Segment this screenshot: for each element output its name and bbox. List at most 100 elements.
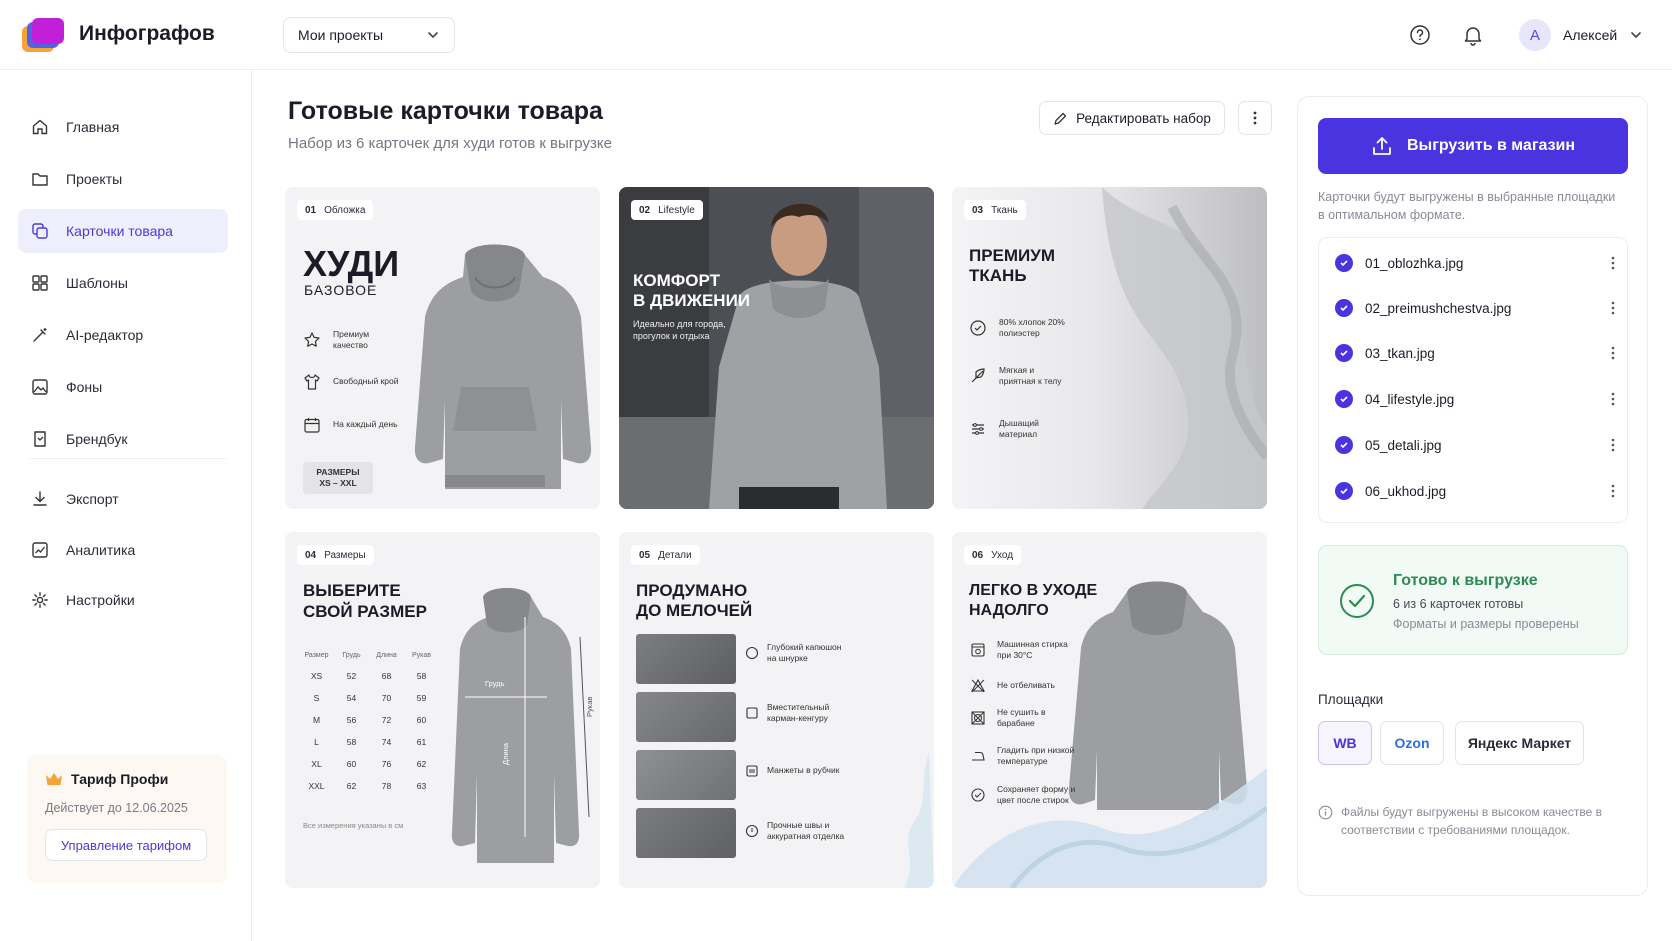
more-vertical-icon[interactable]: [1611, 301, 1615, 315]
project-selector-label: Мои проекты: [298, 27, 384, 43]
sidebar-item-label: Шаблоны: [66, 275, 128, 291]
card-title: ХУДИ: [303, 243, 400, 284]
product-card-fabric[interactable]: 03 Ткань ПРЕМИУМ ТКАНЬ 80% хлопок 20% пол…: [952, 187, 1267, 509]
checkbox-checked-icon[interactable]: [1335, 390, 1353, 408]
project-selector[interactable]: Мои проекты: [283, 17, 455, 53]
upload-note: Карточки будут выгружены в выбранные пло…: [1318, 190, 1616, 222]
more-vertical-icon[interactable]: [1611, 438, 1615, 452]
no-tumble-dry-icon: [969, 709, 987, 727]
help-icon[interactable]: [1407, 22, 1433, 48]
sidebar-item-projects[interactable]: Проекты: [18, 157, 228, 201]
app-logo-icon[interactable]: [22, 18, 64, 52]
checkbox-checked-icon[interactable]: [1335, 436, 1353, 454]
more-vertical-icon: [1253, 111, 1257, 125]
sidebar-item-label: Фоны: [66, 379, 103, 395]
upload-to-store-button[interactable]: Выгрузить в магазин: [1318, 118, 1628, 174]
file-row[interactable]: 04_lifestyle.jpg: [1335, 387, 1615, 411]
size-table-cell: Грудь: [342, 651, 361, 659]
size-table-cell: L: [314, 737, 319, 747]
product-card-care[interactable]: 06 Уход ЛЕГКО В УХОДЕ НАДОЛГО Машинная ст…: [952, 532, 1267, 888]
more-vertical-icon[interactable]: [1611, 484, 1615, 498]
star-icon: [303, 331, 321, 349]
calendar-icon: [303, 416, 321, 434]
size-table-cell: Рукав: [412, 651, 431, 659]
manage-plan-button[interactable]: Управление тарифом: [45, 829, 207, 861]
gear-icon: [30, 590, 50, 610]
card-feature: Вместительный карман-кенгуру: [743, 702, 847, 724]
size-table-cell: 52: [346, 671, 357, 681]
file-row[interactable]: 06_ukhod.jpg: [1335, 479, 1615, 503]
ready-title: Готово к выгрузке: [1393, 572, 1538, 589]
sidebar-item-backgrounds[interactable]: Фоны: [18, 365, 228, 409]
marketplace-yandex-market-button[interactable]: Яндекс Маркет: [1455, 721, 1584, 765]
size-table-cell: 59: [416, 693, 427, 703]
file-row[interactable]: 05_detali.jpg: [1335, 433, 1615, 457]
sidebar-item-settings[interactable]: Настройки: [18, 578, 228, 622]
marketplace-wb-button[interactable]: WB: [1318, 721, 1372, 765]
sidebar-item-product-cards[interactable]: Карточки товара: [18, 209, 228, 253]
product-card-details[interactable]: 05 Детали ПРОДУМАНО ДО МЕЛОЧЕЙ Глубокий к…: [619, 532, 934, 888]
card-title-line1: ЛЕГКО В УХОДЕ: [969, 582, 1098, 599]
more-vertical-icon[interactable]: [1611, 256, 1615, 270]
chest-label: Грудь: [485, 679, 505, 688]
washing-machine-icon: [969, 641, 987, 659]
size-table-row: L 58 74 61: [299, 731, 439, 753]
size-table-row: XXL 62 78 63: [299, 775, 439, 797]
card-text: Идеально для города, прогулок и отдыха: [633, 319, 726, 342]
card-title-line1: ПРОДУМАНО: [636, 581, 748, 600]
size-table-cell: Длина: [376, 651, 397, 659]
card-feature: Свободный крой: [303, 373, 403, 391]
size-table-cell: 68: [381, 671, 392, 681]
size-table-cell: 72: [381, 715, 392, 725]
checkbox-checked-icon[interactable]: [1335, 299, 1353, 317]
size-table-cell: 60: [416, 715, 427, 725]
bell-icon[interactable]: [1460, 22, 1486, 48]
size-table-row: S 54 70 59: [299, 687, 439, 709]
breathable-icon: [969, 420, 987, 438]
home-icon: [30, 117, 50, 137]
check-circle-icon: [1340, 584, 1374, 618]
user-menu[interactable]: А Алексей: [1519, 19, 1643, 51]
file-row[interactable]: 01_oblozhka.jpg: [1335, 251, 1615, 275]
length-label: Длина: [501, 743, 510, 765]
sidebar-item-export[interactable]: Экспорт: [18, 477, 228, 521]
sidebar-item-analytics[interactable]: Аналитика: [18, 528, 228, 572]
sidebar: Главная Проекты Карточки товара Шаблоны …: [0, 70, 252, 941]
card-feature: Прочные швы и аккуратная отделка: [743, 820, 847, 842]
product-card-lifestyle[interactable]: 02 Lifestyle КОМФОРТ В ДВИЖЕНИИ Идеально …: [619, 187, 934, 509]
edit-set-label: Редактировать набор: [1076, 110, 1211, 126]
user-name: Алексей: [1563, 27, 1618, 43]
card-feature: Дышащий материал: [969, 418, 1069, 440]
file-name: 01_oblozhka.jpg: [1365, 255, 1464, 271]
marketplace-ozon-button[interactable]: Ozon: [1380, 721, 1444, 765]
lifestyle-photo-image: [619, 187, 934, 509]
file-row[interactable]: 03_tkan.jpg: [1335, 341, 1615, 365]
sidebar-item-home[interactable]: Главная: [18, 105, 228, 149]
hoodie-image: [414, 244, 592, 489]
size-table-cell: 58: [346, 737, 357, 747]
checkbox-checked-icon[interactable]: [1335, 344, 1353, 362]
sidebar-item-ai-editor[interactable]: AI-редактор: [18, 313, 228, 357]
product-card-cover[interactable]: 01 Обложка ХУДИ БАЗОВОЕ Премиум качество …: [285, 187, 600, 509]
more-options-button[interactable]: [1238, 101, 1272, 135]
card-feature: Манжеты в рубчик: [743, 762, 847, 780]
sidebar-item-label: AI-редактор: [66, 327, 144, 343]
sidebar-item-templates[interactable]: Шаблоны: [18, 261, 228, 305]
size-table-cell: 60: [346, 759, 357, 769]
hood-icon: [743, 644, 761, 662]
cuff-icon: [743, 762, 761, 780]
size-table-cell: 54: [346, 693, 357, 703]
more-vertical-icon[interactable]: [1611, 392, 1615, 406]
checkbox-checked-icon[interactable]: [1335, 482, 1353, 500]
edit-set-button[interactable]: Редактировать набор: [1039, 101, 1225, 135]
card-tag: 04 Размеры: [297, 545, 374, 565]
sidebar-item-brandbook[interactable]: Брендбук: [18, 417, 228, 461]
sidebar-item-label: Карточки товара: [66, 223, 173, 239]
card-tag: 06 Уход: [964, 545, 1022, 565]
page-title: Готовые карточки товара: [288, 97, 603, 125]
more-vertical-icon[interactable]: [1611, 346, 1615, 360]
size-table-cell: XXL: [308, 781, 325, 791]
file-row[interactable]: 02_preimushchestva.jpg: [1335, 296, 1615, 320]
product-card-sizes[interactable]: 04 Размеры ВЫБЕРИТЕ СВОЙ РАЗМЕР Размер Гру…: [285, 532, 600, 888]
checkbox-checked-icon[interactable]: [1335, 254, 1353, 272]
